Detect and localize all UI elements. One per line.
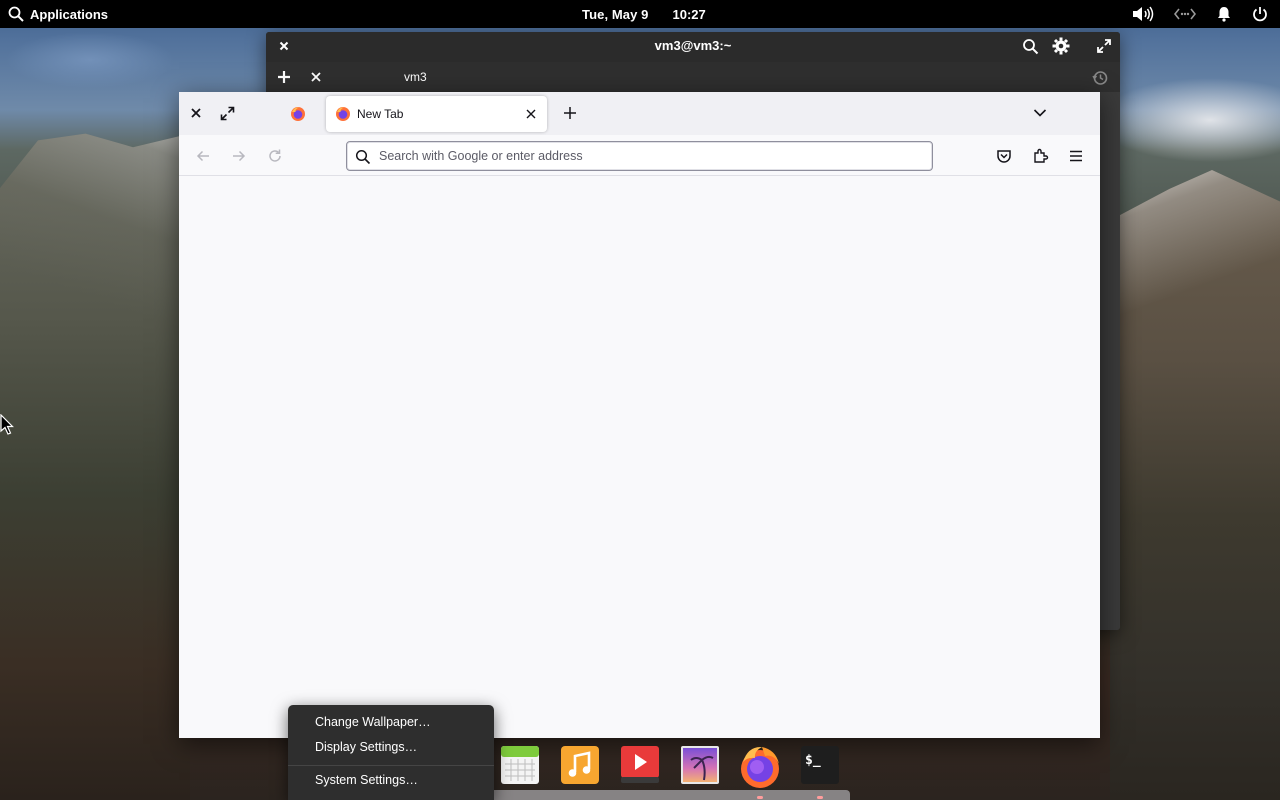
new-tab-icon[interactable] — [276, 69, 292, 85]
terminal-tabbar: vm3 — [266, 62, 1120, 92]
terminal-app-icon[interactable]: $_ — [800, 744, 840, 786]
time-label: 10:27 — [672, 6, 706, 22]
tab-new-tab[interactable]: New Tab — [326, 96, 547, 132]
menu-item-system-settings[interactable]: System Settings… — [315, 773, 418, 787]
new-tab-plus-icon[interactable] — [563, 106, 577, 120]
photos-app-icon[interactable] — [680, 744, 720, 786]
dock-shelf — [488, 790, 850, 800]
date-time-indicator[interactable]: Tue, May 9 10:27 — [582, 0, 706, 28]
terminal-tab-label[interactable]: vm3 — [404, 70, 427, 84]
window-close-icon[interactable] — [189, 106, 203, 120]
running-indicator — [757, 796, 763, 799]
tab-close-icon[interactable] — [310, 71, 322, 83]
volume-icon[interactable] — [1132, 6, 1154, 22]
tab-title: New Tab — [357, 107, 404, 121]
videos-app-icon[interactable] — [620, 744, 660, 786]
firefox-tabstrip[interactable]: New Tab — [179, 92, 1100, 135]
menu-item-change-wallpaper[interactable]: Change Wallpaper… — [315, 715, 431, 729]
search-icon — [8, 6, 24, 22]
date-label: Tue, May 9 — [582, 6, 649, 22]
firefox-pinned-tab-icon[interactable] — [290, 106, 306, 122]
applications-menu-button[interactable]: Applications — [8, 0, 108, 28]
forward-arrow-icon[interactable] — [231, 148, 247, 164]
notifications-bell-icon[interactable] — [1216, 6, 1232, 22]
search-icon[interactable] — [1022, 38, 1039, 55]
wallpaper-cliff-left — [0, 133, 190, 800]
desktop-context-menu: Change Wallpaper… Display Settings… Syst… — [288, 705, 494, 800]
terminal-title: vm3@vm3:~ — [654, 38, 732, 53]
tab-close-icon[interactable] — [525, 108, 537, 120]
pocket-icon[interactable] — [996, 148, 1012, 164]
system-tray — [1132, 0, 1268, 28]
hamburger-menu-icon[interactable] — [1068, 148, 1084, 164]
terminal-titlebar[interactable]: vm3@vm3:~ — [266, 32, 1120, 62]
menu-item-display-settings[interactable]: Display Settings… — [315, 740, 417, 754]
chevron-down-icon[interactable] — [1033, 108, 1047, 118]
firefox-navbar — [179, 135, 1100, 176]
power-icon[interactable] — [1252, 6, 1268, 22]
firefox-favicon-icon — [336, 107, 350, 121]
firefox-window[interactable]: New Tab — [179, 92, 1100, 738]
top-panel: Applications Tue, May 9 10:27 — [0, 0, 1280, 28]
calendar-app-icon[interactable] — [500, 744, 540, 786]
search-icon — [355, 149, 371, 165]
mouse-cursor-icon — [0, 414, 14, 435]
wallpaper-cliff-right — [1110, 170, 1280, 800]
running-indicator — [817, 796, 823, 799]
maximize-icon[interactable] — [1096, 38, 1112, 54]
network-icon[interactable] — [1174, 7, 1196, 21]
window-maximize-icon[interactable] — [220, 106, 235, 121]
extensions-puzzle-icon[interactable] — [1032, 147, 1049, 164]
gear-icon[interactable] — [1052, 37, 1070, 55]
back-arrow-icon[interactable] — [195, 148, 211, 164]
url-input[interactable] — [379, 146, 919, 166]
url-bar[interactable] — [346, 141, 933, 171]
firefox-app-icon[interactable] — [738, 744, 782, 788]
page-content-area[interactable] — [179, 177, 1100, 738]
menu-separator — [288, 765, 494, 766]
svg-text:$_: $_ — [805, 753, 821, 768]
reload-icon[interactable] — [267, 148, 283, 164]
music-app-icon[interactable] — [560, 744, 600, 786]
applications-label: Applications — [30, 6, 109, 22]
history-icon[interactable] — [1092, 70, 1108, 86]
